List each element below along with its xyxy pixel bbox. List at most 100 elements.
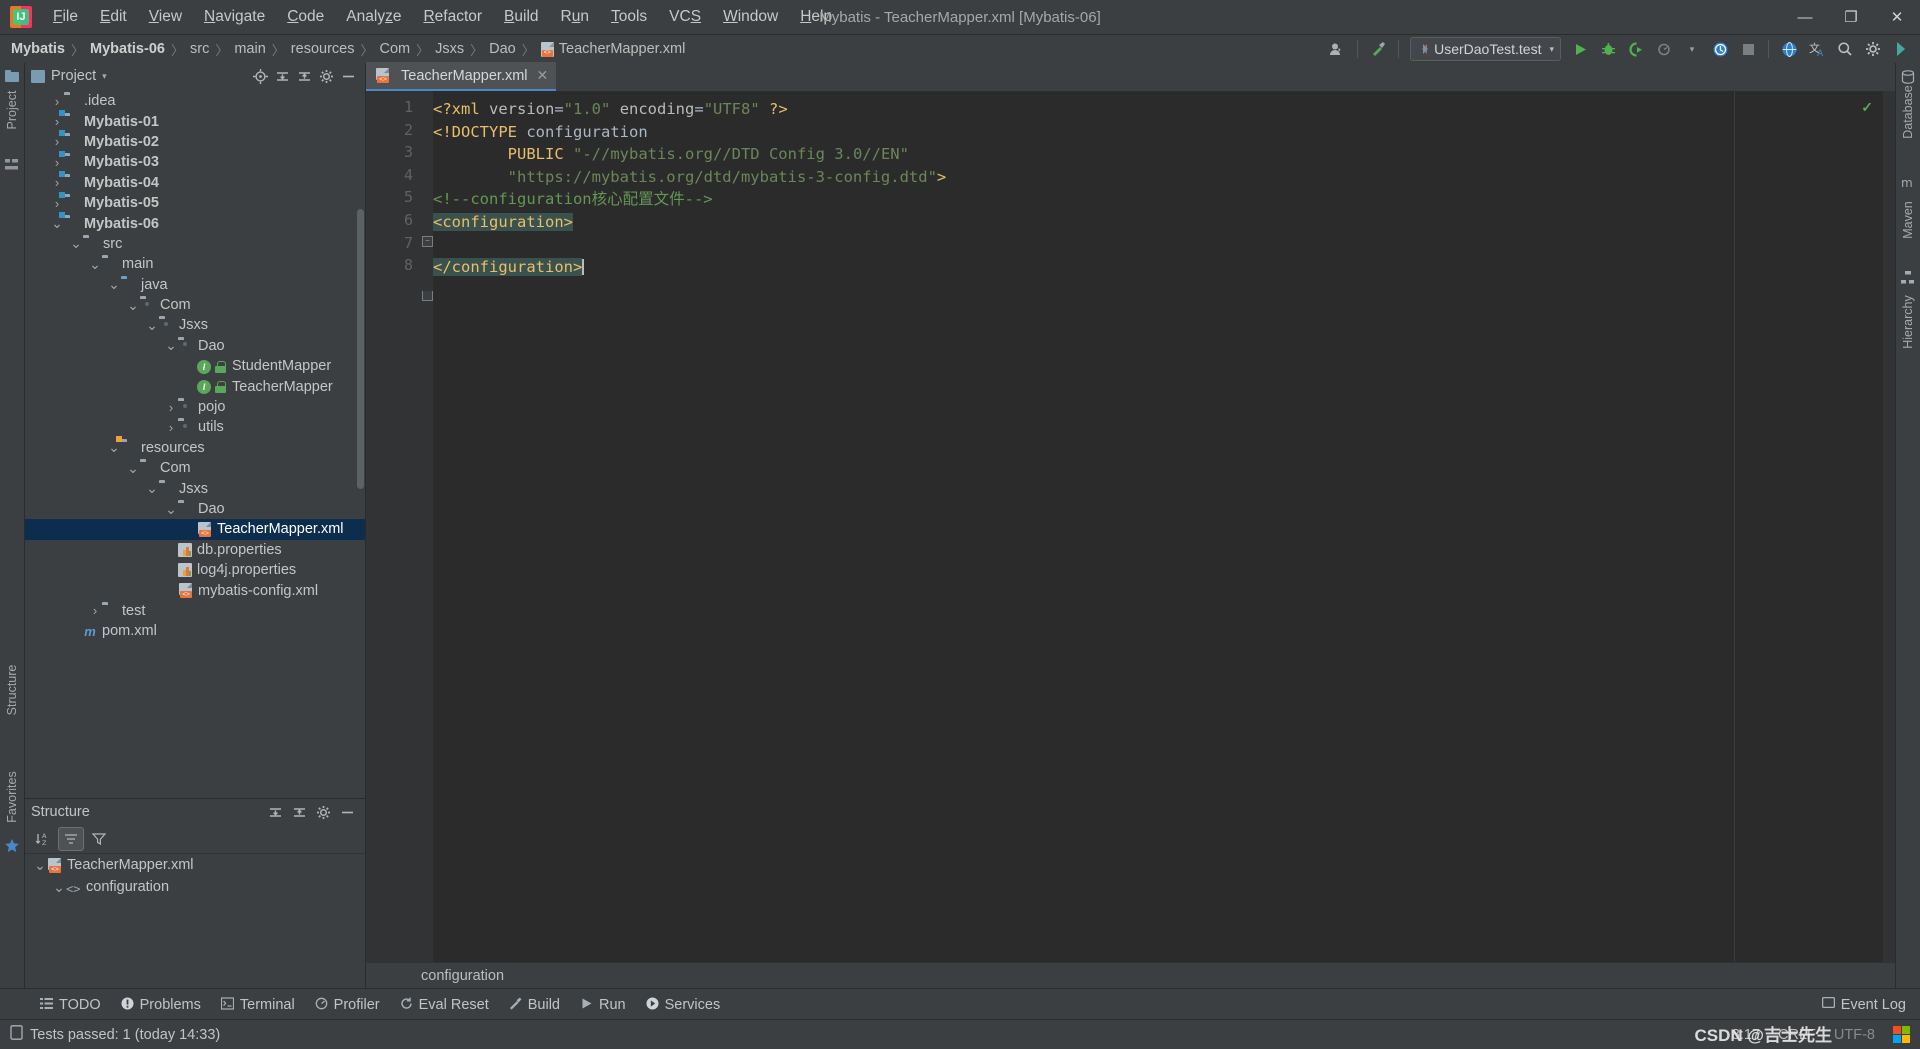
chevron-down-icon[interactable]: ⌄ [164, 337, 178, 354]
menu-window[interactable]: Window [712, 4, 789, 30]
bottom-button-todo[interactable]: TODO [30, 994, 111, 1016]
tree-item-log4j-properties[interactable]: log4j.properties [25, 560, 365, 580]
chevron-right-icon[interactable]: › [164, 400, 178, 415]
menu-refactor[interactable]: Refactor [412, 4, 493, 30]
event-log-button[interactable]: Event Log [1821, 996, 1906, 1013]
rail-label-hierarchy[interactable]: Hierarchy [1901, 287, 1915, 357]
user-account-icon[interactable] [1324, 37, 1350, 61]
tree-item-test[interactable]: › test [25, 601, 365, 621]
tree-item-dao[interactable]: ⌄ Dao [25, 336, 365, 356]
hammer-build-icon[interactable] [1365, 37, 1391, 61]
code-line-3[interactable]: PUBLIC "-//mybatis.org//DTD Config 3.0//… [433, 143, 909, 166]
maximize-button[interactable]: ❐ [1828, 0, 1874, 34]
tree-item--idea[interactable]: › .idea [25, 91, 365, 111]
chevron-right-icon[interactable]: › [50, 134, 64, 149]
bottom-button-terminal[interactable]: Terminal [211, 994, 305, 1016]
stop-icon[interactable] [1735, 37, 1761, 61]
tree-item-mybatis-config-xml[interactable]: <> mybatis-config.xml [25, 580, 365, 600]
tree-item-pom-xml[interactable]: m pom.xml [25, 621, 365, 641]
rail-label-maven[interactable]: Maven [1901, 191, 1915, 249]
chevron-down-icon[interactable]: ⌄ [145, 317, 159, 334]
code-editor[interactable]: 12345678 − <?xml version="1.0" encoding=… [366, 91, 1895, 962]
chevron-down-icon[interactable]: ⌄ [69, 235, 83, 252]
menu-code[interactable]: Code [276, 4, 335, 30]
chevron-down-icon[interactable]: ⌄ [145, 480, 159, 497]
rail-label-structure[interactable]: Structure [5, 661, 19, 719]
tree-item-resources[interactable]: ⌄ resources [25, 436, 365, 458]
breadcrumb-item-mybatis[interactable]: Mybatis [8, 40, 68, 58]
project-tree-scrollbar[interactable] [357, 209, 364, 489]
tree-item-mybatis-01[interactable]: › Mybatis-01 [25, 110, 365, 131]
chevron-down-icon[interactable]: ⌄ [164, 501, 178, 518]
error-stripe-gutter[interactable] [1883, 91, 1895, 962]
editor-gutter[interactable]: 1 2 3 4 5 6 7 8 [366, 91, 421, 962]
chevron-down-icon[interactable]: ⌄ [88, 256, 102, 273]
bottom-button-run[interactable]: Run [570, 994, 636, 1016]
tree-item-studentmapper[interactable]: I StudentMapper [25, 356, 365, 376]
breadcrumb-item-resources[interactable]: resources [288, 40, 358, 58]
menu-run[interactable]: Run [550, 4, 600, 30]
menu-tools[interactable]: Tools [600, 4, 658, 30]
bottom-button-build[interactable]: Build [499, 994, 570, 1016]
menu-file[interactable]: File [42, 4, 89, 30]
tree-item-jsxs[interactable]: ⌄ Jsxs [25, 315, 365, 335]
tree-item-teachermapper[interactable]: I TeacherMapper [25, 376, 365, 396]
menu-edit[interactable]: Edit [89, 4, 138, 30]
fold-marker[interactable]: − [422, 236, 433, 247]
minimize-button[interactable]: — [1782, 0, 1828, 34]
settings-gear-icon[interactable] [311, 801, 335, 823]
search-icon[interactable] [1832, 37, 1858, 61]
tree-item-mybatis-03[interactable]: › Mybatis-03 [25, 150, 365, 172]
breadcrumb-item-teachermapper-xml[interactable]: <> TeacherMapper.xml [538, 40, 689, 58]
code-line-1[interactable]: <?xml version="1.0" encoding="UTF8" ?> [433, 98, 788, 121]
menu-vcs[interactable]: VCS [658, 4, 712, 30]
chevron-right-icon[interactable]: › [164, 420, 178, 435]
ide-theme-icon[interactable] [1888, 37, 1914, 61]
bottom-button-problems[interactable]: Problems [111, 994, 211, 1016]
chevron-right-icon[interactable]: › [88, 603, 102, 618]
project-panel-title-group[interactable]: Project ▾ [31, 68, 107, 84]
favorites-star-icon[interactable] [4, 838, 19, 852]
menu-view[interactable]: View [138, 4, 193, 30]
tree-item-teachermapper-xml[interactable]: <> TeacherMapper.xml [25, 519, 365, 540]
chevron-right-icon[interactable]: › [50, 175, 64, 190]
run-coverage-icon[interactable] [1623, 37, 1649, 61]
menu-help[interactable]: Help [789, 4, 843, 30]
close-icon[interactable]: ✕ [537, 67, 549, 84]
editor-tab-teachermapper-xml[interactable]: <> TeacherMapper.xml ✕ [366, 62, 557, 91]
structure-item-configuration[interactable]: ⌄ <> configuration [25, 876, 365, 898]
tree-item-db-properties[interactable]: db.properties [25, 540, 365, 560]
code-line-6[interactable]: <configuration> [433, 211, 573, 234]
translate-icon[interactable]: 文A [1804, 37, 1830, 61]
tree-item-java[interactable]: ⌄ java [25, 275, 365, 295]
code-line-5[interactable]: <!--configuration核心配置文件--> [433, 188, 713, 211]
breadcrumb-item-jsxs[interactable]: Jsxs [432, 40, 467, 58]
show-attributes-icon[interactable] [58, 827, 84, 851]
menu-analyze[interactable]: Analyze [335, 4, 412, 30]
code-line-8[interactable]: </configuration> [433, 256, 584, 279]
settings-gear-icon[interactable] [315, 66, 337, 86]
bottom-button-eval-reset[interactable]: Eval Reset [390, 994, 499, 1016]
updates-icon[interactable] [1707, 37, 1733, 61]
close-button[interactable]: ✕ [1874, 0, 1920, 34]
collapse-all-icon[interactable] [271, 66, 293, 86]
run-icon[interactable] [1567, 37, 1593, 61]
expand-all-icon[interactable] [293, 66, 315, 86]
structure-tree[interactable]: ⌄ <> TeacherMapper.xml ⌄ <> configuration [25, 854, 365, 898]
tree-item-jsxs[interactable]: ⌄ Jsxs [25, 478, 365, 498]
profile-icon[interactable] [1651, 37, 1677, 61]
chevron-right-icon[interactable]: › [50, 196, 64, 211]
tree-item-mybatis-06[interactable]: ⌄ Mybatis-06 [25, 212, 365, 233]
chevron-right-icon[interactable]: › [50, 155, 64, 170]
menu-build[interactable]: Build [493, 4, 549, 30]
breadcrumb-item-src[interactable]: src [187, 40, 212, 58]
chevron-down-icon[interactable]: ⌄ [126, 297, 140, 314]
chevron-down-icon[interactable]: ⌄ [107, 276, 121, 293]
debug-icon[interactable] [1595, 37, 1621, 61]
tree-item-com[interactable]: ⌄ Com [25, 458, 365, 478]
tree-item-pojo[interactable]: › pojo [25, 397, 365, 417]
tree-item-com[interactable]: ⌄ Com [25, 295, 365, 315]
filter-icon[interactable] [87, 828, 111, 850]
menu-navigate[interactable]: Navigate [193, 4, 276, 30]
rail-label-database[interactable]: Database [1901, 83, 1915, 141]
